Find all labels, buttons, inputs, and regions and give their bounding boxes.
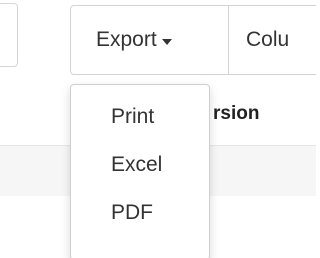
menu-item-print[interactable]: Print [71,93,209,141]
menu-item-pdf[interactable]: PDF [71,189,209,237]
caret-down-icon [161,38,172,45]
table-header-version: rsion [213,103,260,124]
export-button[interactable]: Export [70,5,229,75]
export-dropdown-menu: Print Excel PDF [70,84,210,258]
menu-item-excel[interactable]: Excel [71,141,209,189]
export-button-label: Export [96,28,157,51]
page: Export Colu rsion Print Excel PDF [0,0,316,258]
columns-button-label: Colu [246,28,290,51]
search-input-edge[interactable] [0,3,18,67]
columns-button[interactable]: Colu [228,5,316,75]
